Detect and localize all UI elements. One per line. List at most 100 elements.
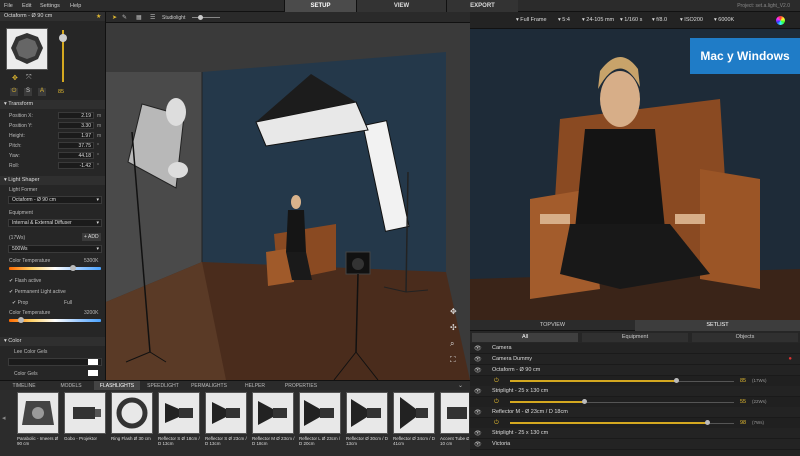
- full-label[interactable]: Full: [64, 300, 72, 306]
- light-former-dropdown[interactable]: Octaform - Ø 90 cm ▾: [8, 196, 102, 204]
- roll-unit: °: [97, 163, 99, 169]
- library-thumb: [252, 392, 294, 434]
- color-temp-2-knob[interactable]: [18, 317, 24, 323]
- list-icon[interactable]: ☰: [150, 14, 155, 21]
- eye-icon[interactable]: 👁: [474, 345, 482, 352]
- list-item[interactable]: 👁 Octaform - Ø 90 cm: [470, 365, 800, 376]
- ws-dropdown[interactable]: 500Ws ▾: [8, 245, 102, 253]
- rotate-icon[interactable]: ⤧: [26, 74, 32, 82]
- library-item[interactable]: Parabolic - Imeers Ø 90 cm: [16, 392, 60, 454]
- list-item[interactable]: 👁 Reflector M - Ø 23cm / D 18cm: [470, 407, 800, 418]
- filter-equipment[interactable]: Equipment: [582, 333, 688, 342]
- frame-dropdown[interactable]: ▾ Full Frame: [516, 17, 547, 23]
- pencil-icon[interactable]: ✎: [122, 14, 127, 21]
- library-item[interactable]: Reflector L Ø 23cm / D 20cm: [298, 392, 342, 454]
- list-item[interactable]: 👁 Camera Dummy ●: [470, 354, 800, 365]
- add-button[interactable]: + ADD: [82, 233, 101, 241]
- power-ws: (7Ws): [752, 420, 764, 425]
- fit-view-icon[interactable]: ⛶: [450, 355, 456, 365]
- position-x-field[interactable]: 2.19: [58, 112, 94, 119]
- cursor-icon[interactable]: ➤: [112, 14, 117, 21]
- ratio-dropdown[interactable]: ▾ 5:4: [558, 17, 570, 23]
- flash-active-checkbox[interactable]: ✔ Flash active: [9, 278, 41, 284]
- tab-export[interactable]: EXPORT: [446, 0, 518, 12]
- power-slider-knob[interactable]: [59, 34, 67, 42]
- setlist: 👁 Camera 👁 Camera Dummy ● 👁 Octaform - Ø…: [470, 343, 800, 456]
- color-temp-knob[interactable]: [70, 265, 76, 271]
- library-item[interactable]: Reflector S Ø 23cm / D 13cm: [204, 392, 248, 454]
- power-slider-fill: [510, 380, 676, 382]
- tab-setlist[interactable]: SETLIST: [635, 320, 800, 331]
- library-item[interactable]: Reflector S Ø 18cm / D 13cm: [157, 392, 201, 454]
- eye-icon[interactable]: 👁: [474, 356, 482, 363]
- power-slider-knob[interactable]: [581, 399, 587, 404]
- list-item[interactable]: 👁 Striplight - 25 x 130 cm: [470, 428, 800, 439]
- aperture-dropdown[interactable]: ▾ f/8.0: [652, 17, 667, 23]
- eye-icon[interactable]: 👁: [474, 367, 482, 374]
- filter-objects[interactable]: Objects: [692, 333, 798, 342]
- studiolight-slider[interactable]: [192, 17, 220, 18]
- roll-field[interactable]: -1.42: [58, 162, 94, 169]
- power-icon[interactable]: ⏻: [10, 88, 18, 96]
- tab-setup[interactable]: SETUP: [284, 0, 356, 12]
- list-item[interactable]: 👁 Striplight - 25 x 130 cm: [470, 386, 800, 397]
- iso-dropdown[interactable]: ▾ ISO200: [680, 17, 703, 23]
- eye-icon[interactable]: 👁: [474, 388, 482, 395]
- light-shaper-header[interactable]: ▾ Light Shaper: [0, 176, 105, 185]
- eye-icon[interactable]: 👁: [474, 430, 482, 437]
- studio-viewport[interactable]: [106, 12, 470, 380]
- setlist-filter: All Equipment Objects: [470, 331, 800, 343]
- s-mode-button[interactable]: S: [24, 88, 32, 96]
- color-header[interactable]: ▾ Color: [0, 337, 105, 346]
- color-temp-slider[interactable]: [9, 267, 101, 270]
- menu-file[interactable]: File: [4, 3, 13, 9]
- yaw-field[interactable]: 44.18: [58, 152, 94, 159]
- pan-icon[interactable]: ✥: [450, 307, 457, 316]
- library-item[interactable]: Reflector M Ø 23cm / D 18cm: [251, 392, 295, 454]
- library-item[interactable]: Accent Tube Ø 10 cm: [439, 392, 469, 454]
- lens-dropdown[interactable]: ▾ 24-105 mm: [582, 17, 614, 23]
- filter-all[interactable]: All: [472, 333, 578, 342]
- position-y-field[interactable]: 3.30: [58, 122, 94, 129]
- eye-icon[interactable]: 👁: [474, 441, 482, 448]
- color-wheel-icon[interactable]: [776, 16, 785, 25]
- grid-icon[interactable]: ▦: [136, 14, 142, 21]
- power-icon[interactable]: ⏻: [494, 378, 499, 385]
- power-icon[interactable]: ⏻: [494, 399, 499, 406]
- a-mode-button[interactable]: A: [38, 88, 46, 96]
- move-icon[interactable]: ✥: [12, 74, 18, 82]
- flash-active-label: Flash active: [14, 278, 42, 284]
- tab-topview[interactable]: TOPVIEW: [470, 320, 635, 331]
- library-item[interactable]: Ring Flash Ø 30 cm: [110, 392, 154, 454]
- reflector-icon: [212, 402, 240, 424]
- library-item[interactable]: Reflector Ø 34cm / D 41cm: [392, 392, 436, 454]
- pin-icon[interactable]: ★: [96, 13, 101, 20]
- menu-help[interactable]: Help: [70, 3, 81, 9]
- list-item[interactable]: 👁 Victoria: [470, 439, 800, 450]
- list-item-label: Octaform - Ø 90 cm: [492, 367, 541, 373]
- collapse-icon[interactable]: ⌄: [458, 382, 463, 389]
- list-item[interactable]: 👁 Camera: [470, 343, 800, 354]
- orbit-icon[interactable]: ✣: [450, 323, 457, 332]
- library-item[interactable]: Reflector Ø 30cm / D 13cm: [345, 392, 389, 454]
- equipment-dropdown[interactable]: Internal & External Diffuser ▾: [8, 219, 102, 227]
- permanent-light-checkbox[interactable]: ✔ Permanent Light active: [9, 289, 66, 295]
- power-slider-knob[interactable]: [673, 378, 679, 383]
- power-slider-knob[interactable]: [705, 420, 711, 425]
- shutter-dropdown[interactable]: ▾ 1/160 s: [620, 17, 642, 23]
- power-icon[interactable]: ⏻: [494, 420, 499, 427]
- height-field[interactable]: 1.97: [58, 132, 94, 139]
- eye-icon[interactable]: 👁: [474, 409, 482, 416]
- prop-radio[interactable]: ✔ Prop: [12, 300, 28, 306]
- menu-edit[interactable]: Edit: [22, 3, 31, 9]
- wb-dropdown[interactable]: ▾ 6000K: [714, 17, 734, 23]
- record-icon[interactable]: ●: [788, 356, 792, 362]
- library-item[interactable]: Gobo - Projektor: [63, 392, 107, 454]
- pitch-field[interactable]: 37.75: [58, 142, 94, 149]
- zoom-icon[interactable]: ⌕: [450, 339, 454, 349]
- scroll-left-icon[interactable]: ◂: [2, 414, 6, 422]
- studiolight-knob[interactable]: [198, 15, 203, 20]
- tab-view[interactable]: VIEW: [356, 0, 446, 12]
- menu-settings[interactable]: Settings: [40, 3, 60, 9]
- transform-header[interactable]: ▾ Transform: [0, 100, 105, 109]
